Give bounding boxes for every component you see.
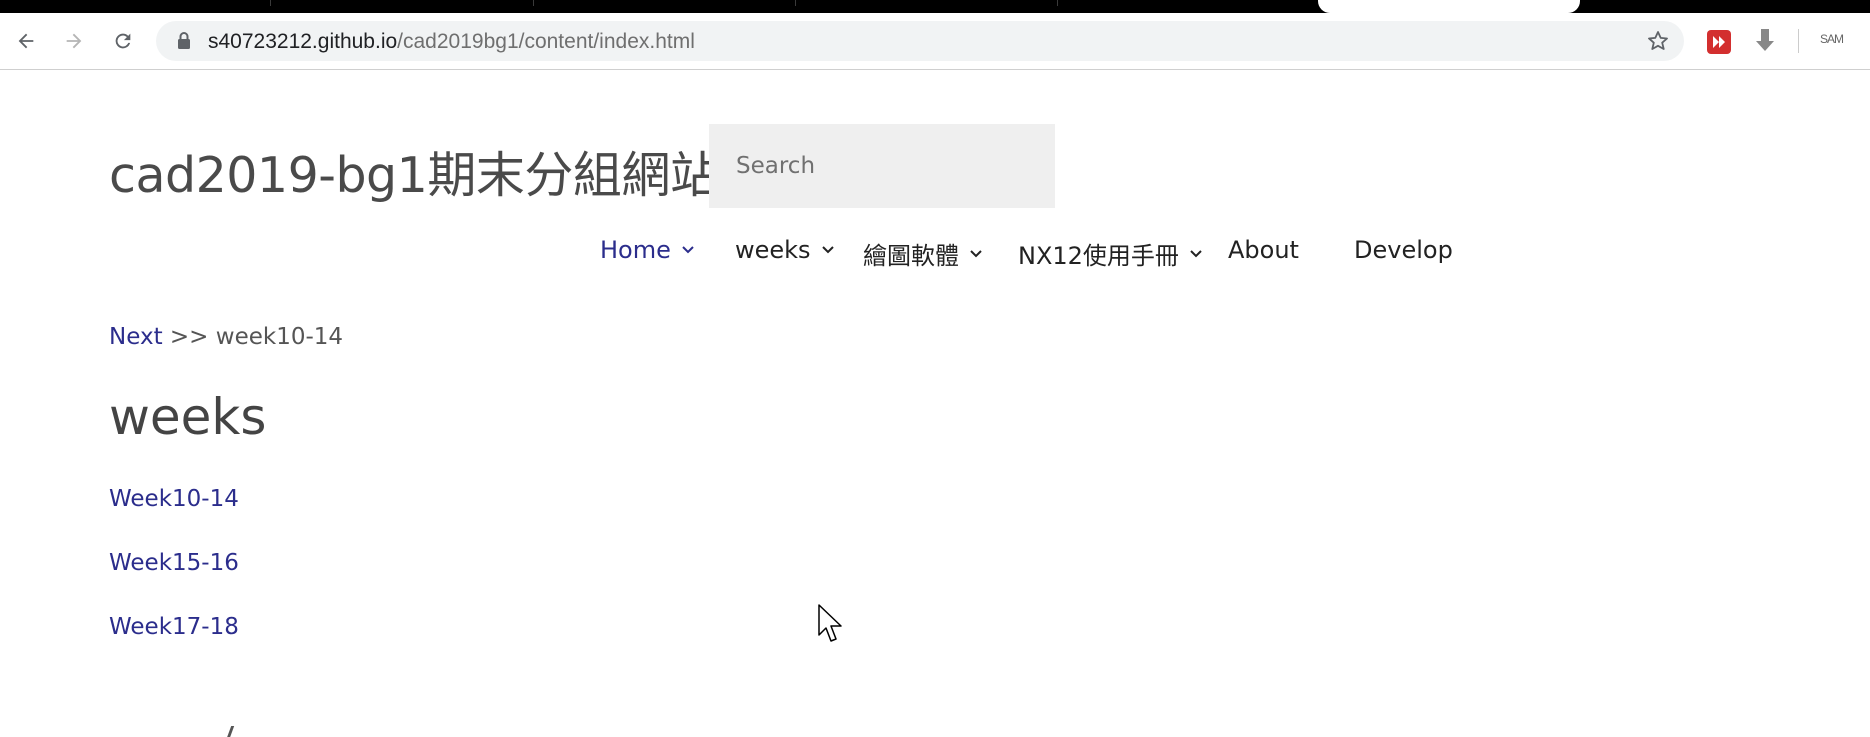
nav-item-weeks[interactable]: weeks <box>735 236 835 264</box>
url-host: s40723212.github.io <box>208 30 398 53</box>
nav-item-about[interactable]: About <box>1228 236 1299 264</box>
breadcrumb-next-link[interactable]: Next <box>109 324 163 350</box>
toolbar-divider <box>1798 29 1799 53</box>
week-link[interactable]: Week17-18 <box>109 614 239 640</box>
tab-separator <box>533 0 534 6</box>
site-title[interactable]: cad2019-bg1期末分組網站 <box>109 136 719 207</box>
tab-separator <box>270 0 271 6</box>
nav-item-label: weeks <box>735 236 811 264</box>
mouse-cursor-icon <box>818 604 842 642</box>
url-text[interactable]: s40723212.github.io/cad2019bg1/content/i… <box>208 30 695 54</box>
browser-toolbar: s40723212.github.io/cad2019bg1/content/i… <box>0 13 1870 70</box>
forward-button[interactable] <box>60 27 88 55</box>
week-link[interactable]: Week10-14 <box>109 486 239 512</box>
lock-icon <box>178 32 190 49</box>
breadcrumb: Next >> week10-14 <box>109 324 343 350</box>
week-link[interactable]: Week15-16 <box>109 550 239 576</box>
nav-item-label: Develop <box>1354 236 1453 264</box>
chevron-down-icon <box>821 246 834 254</box>
nav-item-develop[interactable]: Develop <box>1354 236 1453 264</box>
tab-separator <box>795 0 796 6</box>
browser-tab-strip <box>0 0 1870 13</box>
breadcrumb-separator: >> <box>169 324 209 350</box>
nav-item-label: NX12使用手冊 <box>1018 242 1179 270</box>
nav-item-label: 繪圖軟體 <box>863 242 959 270</box>
page-heading: weeks <box>109 388 267 446</box>
address-bar[interactable]: s40723212.github.io/cad2019bg1/content/i… <box>156 21 1684 61</box>
breadcrumb-target: week10-14 <box>215 324 344 350</box>
nav-item-drawing-software[interactable]: 繪圖軟體 <box>863 236 983 271</box>
chevron-down-icon <box>970 249 982 257</box>
chevron-down-icon <box>682 246 694 254</box>
url-path: /cad2019bg1/content/index.html <box>397 30 695 53</box>
star-icon[interactable] <box>1646 29 1670 53</box>
active-tab[interactable] <box>1318 0 1580 13</box>
nav-item-nx12-manual[interactable]: NX12使用手冊 <box>1018 236 1203 271</box>
nav-item-home[interactable]: Home <box>600 236 695 264</box>
profile-avatar[interactable]: SAM <box>1820 32 1844 46</box>
nav-item-label: About <box>1228 236 1299 264</box>
back-button[interactable] <box>12 27 40 55</box>
tab-separator <box>1057 0 1058 6</box>
cut-off-content <box>109 722 249 737</box>
search-input[interactable] <box>709 124 1055 208</box>
forward-arrow-icon <box>66 33 82 49</box>
reload-icon <box>115 33 131 49</box>
download-icon[interactable] <box>1754 27 1776 55</box>
back-arrow-icon <box>18 33 34 49</box>
reload-button[interactable] <box>109 27 137 55</box>
chevron-down-icon <box>1190 249 1202 257</box>
red-extension-icon[interactable] <box>1707 30 1731 54</box>
nav-item-label: Home <box>600 236 671 264</box>
